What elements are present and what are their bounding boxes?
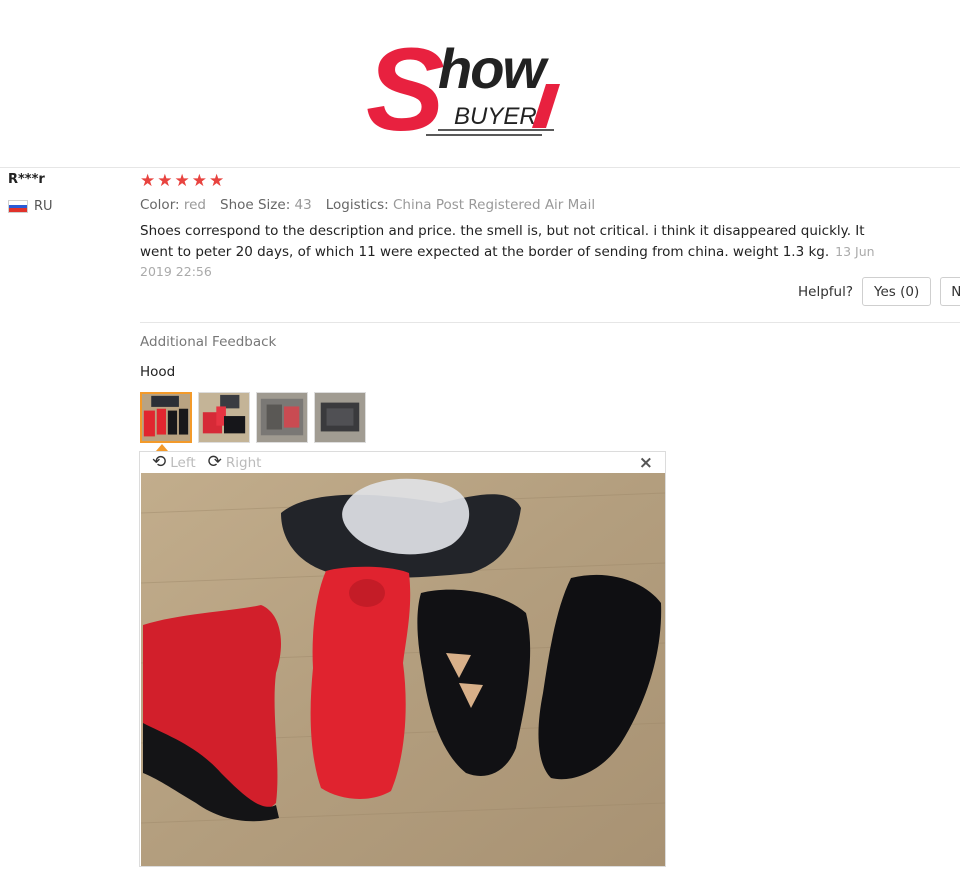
rotate-left-label: Left bbox=[170, 454, 196, 471]
rating-stars: ★ ★ ★ ★ ★ bbox=[140, 171, 224, 191]
country-code: RU bbox=[34, 199, 53, 214]
color-attribute: Color: red bbox=[140, 197, 206, 213]
divider bbox=[140, 322, 960, 323]
svg-text:BUYER: BUYER bbox=[454, 103, 537, 130]
star-icon: ★ bbox=[191, 171, 207, 191]
rotate-right-button[interactable]: ⟳ Right bbox=[208, 454, 262, 471]
order-attributes: Color: red Shoe Size: 43 Logistics: Chin… bbox=[140, 197, 595, 213]
logistics-attribute: Logistics: China Post Registered Air Mai… bbox=[325, 197, 596, 213]
star-icon: ★ bbox=[140, 171, 156, 191]
shoe-size-attribute: Shoe Size: 43 bbox=[220, 197, 312, 213]
close-icon[interactable]: × bbox=[639, 453, 653, 473]
additional-feedback-text: Hood bbox=[140, 364, 176, 380]
photo-thumbnail[interactable] bbox=[256, 392, 308, 443]
rotate-right-label: Right bbox=[225, 454, 262, 471]
helpful-label: Helpful? bbox=[798, 283, 854, 300]
star-icon: ★ bbox=[157, 171, 173, 191]
additional-feedback-title: Additional Feedback bbox=[140, 334, 277, 350]
yes-vote-button[interactable]: Yes (0) bbox=[862, 277, 932, 306]
star-icon: ★ bbox=[174, 171, 190, 191]
review-text: Shoes correspond to the description and … bbox=[140, 222, 880, 283]
active-thumbnail-indicator bbox=[156, 444, 168, 451]
viewer-toolbar: ⟲ Left ⟳ Right × bbox=[140, 452, 665, 473]
rotate-right-icon: ⟳ bbox=[207, 452, 222, 472]
photo-thumbnail[interactable] bbox=[140, 392, 192, 443]
no-vote-button[interactable]: No bbox=[940, 277, 960, 306]
rotate-left-button[interactable]: ⟲ Left bbox=[152, 454, 196, 471]
star-icon: ★ bbox=[209, 171, 225, 191]
review-photo bbox=[141, 473, 665, 866]
svg-text:how: how bbox=[438, 37, 549, 100]
photo-thumbnail[interactable] bbox=[314, 392, 366, 443]
rotate-left-icon: ⟲ bbox=[152, 452, 167, 472]
photo-thumbnail[interactable] bbox=[198, 392, 250, 443]
reviewer-country: RU bbox=[8, 199, 53, 214]
svg-text:S: S bbox=[366, 24, 445, 142]
photo-viewer: ⟲ Left ⟳ Right × bbox=[139, 451, 666, 867]
russia-flag-icon bbox=[8, 200, 28, 213]
review-body: Shoes correspond to the description and … bbox=[140, 223, 865, 260]
photo-thumbnails bbox=[140, 392, 366, 443]
divider bbox=[0, 167, 960, 168]
show-buyer-logo: S how BUYER bbox=[360, 22, 580, 142]
reviewer-name: R***r bbox=[8, 172, 45, 187]
helpful-votes: Helpful? Yes (0) No bbox=[798, 277, 960, 306]
